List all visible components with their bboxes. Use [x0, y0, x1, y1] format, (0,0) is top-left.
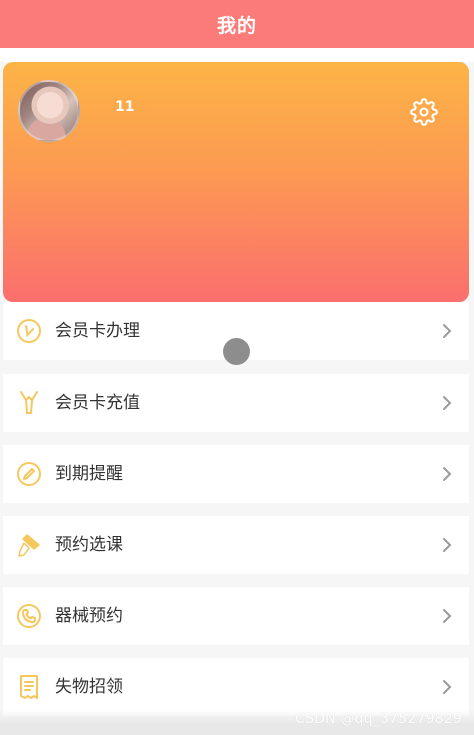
- chevron-right-icon: [443, 467, 452, 481]
- page-title: 我的: [216, 14, 257, 37]
- menu-item-label: 预约选课: [55, 535, 123, 555]
- profile-card: 11: [3, 62, 469, 302]
- touch-cursor-indicator: [223, 338, 250, 365]
- chevron-right-icon: [443, 538, 452, 552]
- menu-item-label: 失物招领: [55, 677, 123, 697]
- menu-item-course-booking[interactable]: 预约选课: [3, 516, 469, 574]
- menu-item-lost-and-found[interactable]: 失物招领: [3, 658, 469, 716]
- menu-item-card-recharge[interactable]: 会员卡充值: [3, 374, 469, 432]
- chevron-right-icon: [443, 609, 452, 623]
- chevron-right-icon: [443, 680, 452, 694]
- menu-item-label: 会员卡充值: [55, 393, 140, 413]
- menu-item-label: 到期提醒: [55, 464, 123, 484]
- chevron-right-icon: [443, 396, 452, 410]
- receipt-icon: [20, 675, 38, 699]
- trowel-icon: [18, 534, 40, 557]
- menu-item-equipment-booking[interactable]: 器械预约: [3, 587, 469, 645]
- phone-circle-icon: [17, 604, 41, 628]
- avatar[interactable]: [18, 80, 80, 142]
- username: 11: [115, 99, 135, 115]
- watermark: CSDN @qq_375279829: [295, 711, 462, 727]
- gear-icon[interactable]: [410, 98, 438, 126]
- menu-item-label: 器械预约: [55, 606, 123, 626]
- menu-item-label: 会员卡办理: [55, 321, 140, 341]
- tie-recharge-icon: [20, 391, 38, 414]
- header-spacer: [0, 48, 474, 62]
- menu-item-expiry-reminder[interactable]: 到期提醒: [3, 445, 469, 503]
- pencil-circle-icon: [17, 462, 41, 486]
- top-bar: 我的: [0, 0, 474, 48]
- chevron-right-icon: [443, 324, 452, 338]
- clock-check-icon: [17, 319, 41, 343]
